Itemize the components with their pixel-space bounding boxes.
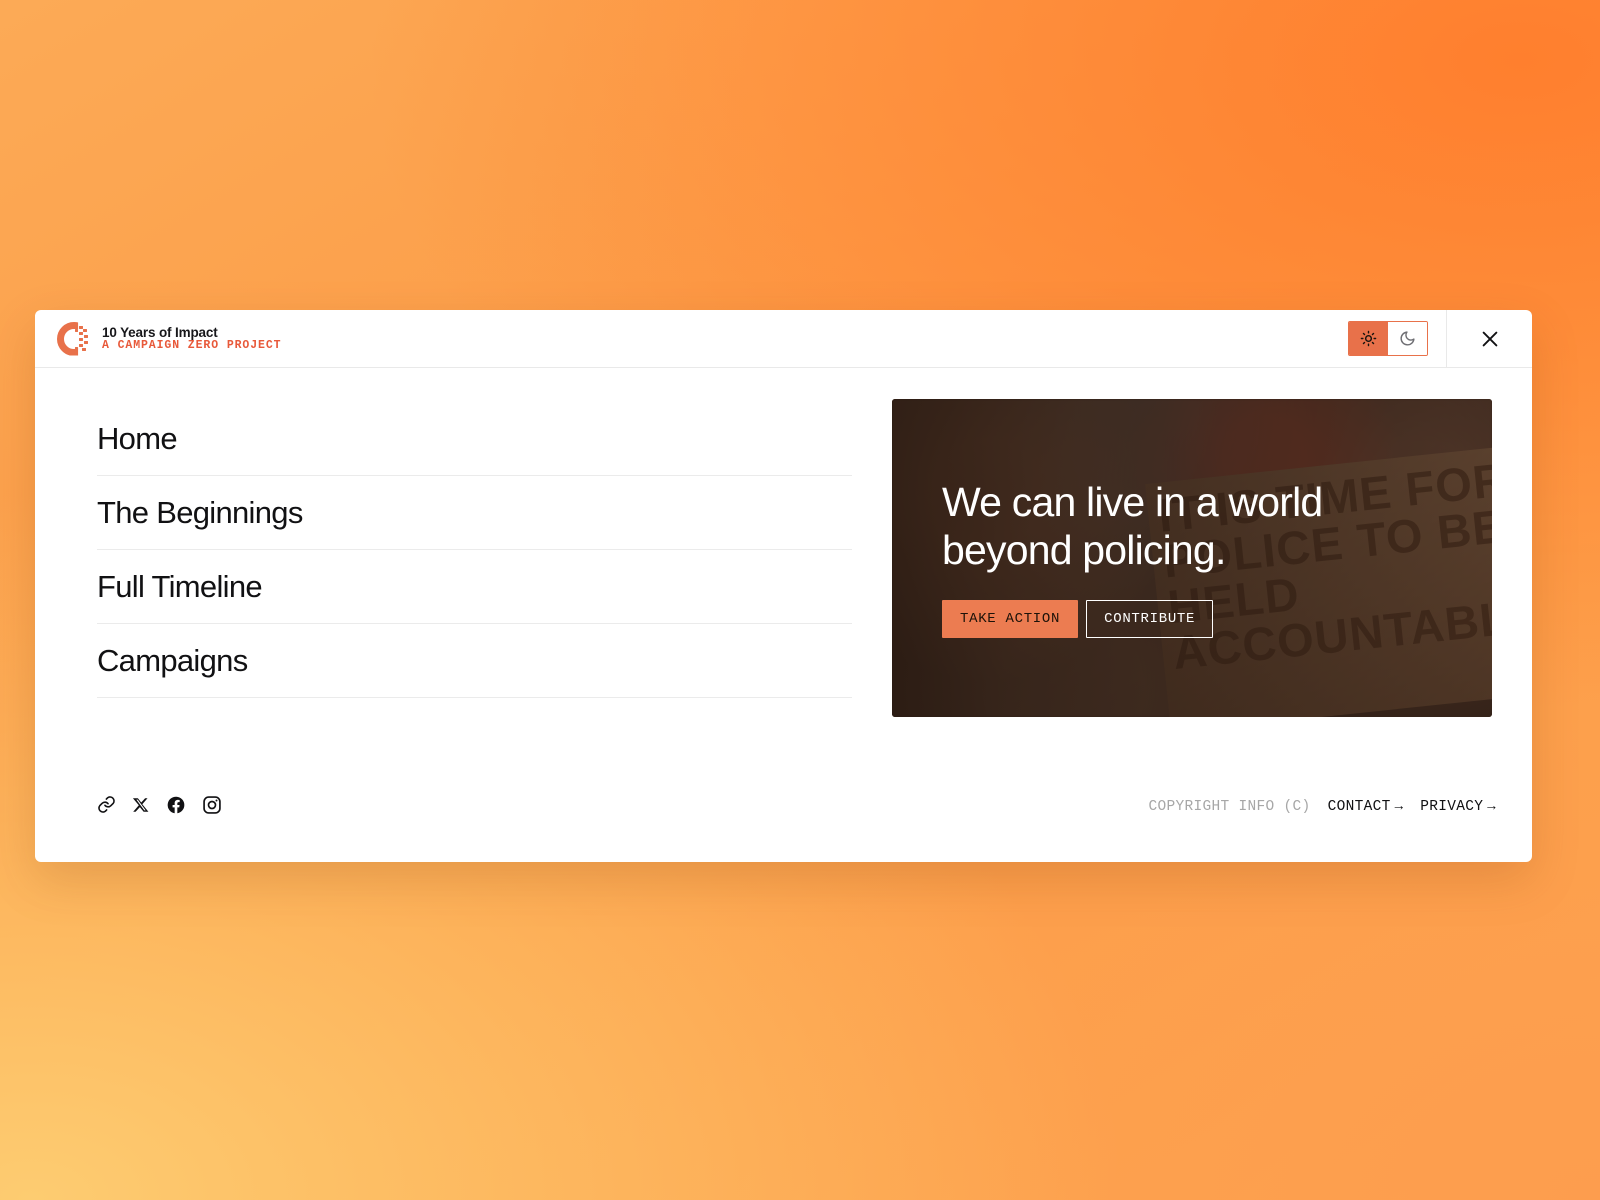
sidebar-item-full-timeline[interactable]: Full Timeline [97,550,852,624]
brand-subtitle: A CAMPAIGN ZERO PROJECT [102,339,282,352]
link-icon[interactable] [97,795,116,819]
sidebar-item-the-beginnings[interactable]: The Beginnings [97,476,852,550]
campaign-zero-c-logo [57,321,91,356]
contribute-button[interactable]: CONTRIBUTE [1086,600,1214,639]
sidebar-item-home[interactable]: Home [97,402,852,476]
moon-icon [1400,331,1415,346]
main-navigation: Home The Beginnings Full Timeline Campai… [67,398,852,766]
footer-links: COPYRIGHT INFO (C) CONTACT → PRIVACY → [1149,799,1500,815]
arrow-right-icon: → [1487,799,1496,815]
modal-body: Home The Beginnings Full Timeline Campai… [35,368,1532,766]
hero-card[interactable]: IT IS TIME FOR THE POLICE TO BE HELD ACC… [892,399,1492,717]
close-button[interactable] [1446,310,1532,367]
modal-footer: COPYRIGHT INFO (C) CONTACT → PRIVACY → [35,766,1532,862]
nav-item-label: Full Timeline [97,568,263,604]
dark-mode-button[interactable] [1388,322,1427,355]
arrow-right-icon: → [1394,799,1404,815]
light-mode-button[interactable] [1349,322,1388,355]
modal-header: 10 Years of Impact A CAMPAIGN ZERO PROJE… [35,310,1532,368]
copyright-info: COPYRIGHT INFO (C) [1148,799,1311,815]
close-x-icon [1482,331,1497,346]
hero-actions: TAKE ACTION CONTRIBUTE [942,600,1464,639]
menu-modal: 10 Years of Impact A CAMPAIGN ZERO PROJE… [35,310,1532,862]
contact-link-label: CONTACT [1327,799,1391,815]
sidebar-item-campaigns[interactable]: Campaigns [97,624,852,698]
facebook-icon[interactable] [166,795,186,820]
privacy-link[interactable]: PRIVACY → [1420,799,1496,815]
nav-item-label: Home [97,420,178,456]
social-links [97,795,222,820]
nav-item-label: The Beginnings [97,494,303,530]
sun-icon [1360,330,1377,347]
instagram-icon[interactable] [202,795,222,820]
hero-title: We can live in a world beyond policing. [942,478,1323,573]
hero-content: We can live in a world beyond policing. … [942,399,1464,717]
privacy-link-label: PRIVACY [1420,799,1484,815]
x-twitter-icon[interactable] [132,796,150,819]
contact-link[interactable]: CONTACT → [1328,799,1404,815]
brand[interactable]: 10 Years of Impact A CAMPAIGN ZERO PROJE… [47,321,282,356]
header-controls [1348,310,1532,367]
theme-toggle[interactable] [1348,321,1428,356]
take-action-button[interactable]: TAKE ACTION [942,600,1079,639]
page-title: 10 Years of Impact [102,324,218,340]
nav-item-label: Campaigns [97,642,248,678]
